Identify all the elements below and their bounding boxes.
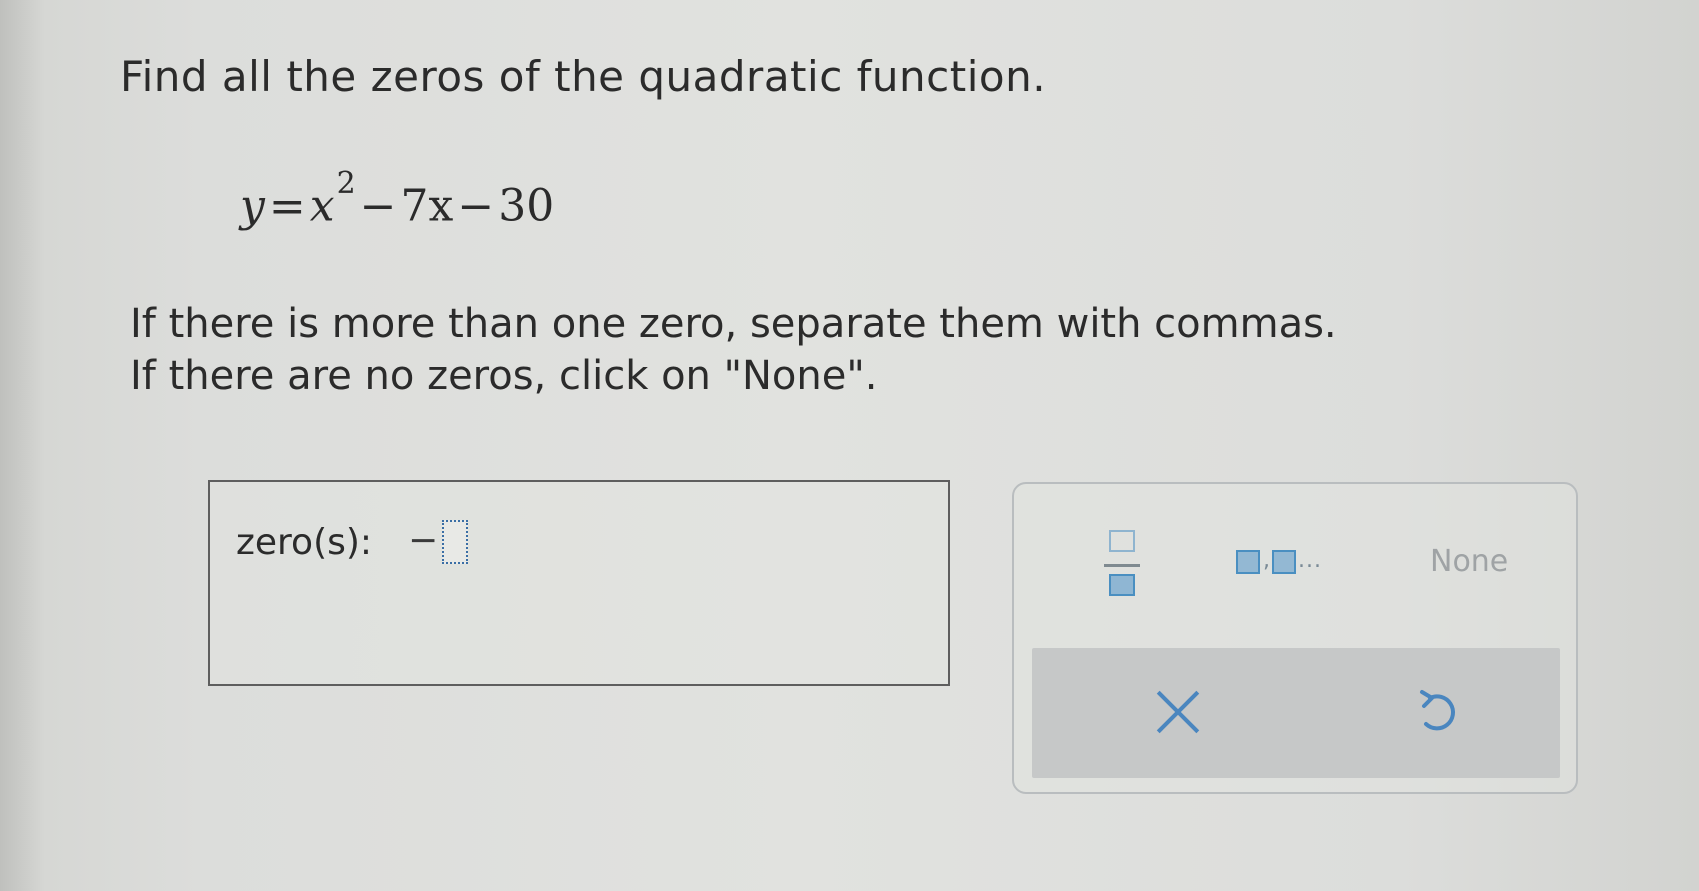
equation-minus-1: −	[359, 180, 397, 232]
equation-lhs: y	[240, 180, 265, 232]
instruction-line-2: If there are no zeros, click on "None".	[130, 353, 878, 399]
equation-equals: =	[268, 180, 306, 232]
instruction-line-1: If there is more than one zero, separate…	[130, 301, 1337, 347]
fraction-bar	[1104, 564, 1140, 567]
list-slot-1	[1236, 550, 1260, 574]
equation-term-2: 7x	[400, 180, 454, 232]
list-comma: ,	[1263, 548, 1270, 573]
fraction-numerator-slot	[1109, 530, 1135, 552]
instructions: If there is more than one zero, separate…	[130, 298, 1337, 402]
answer-value[interactable]: −	[408, 520, 438, 561]
question-prompt: Find all the zeros of the quadratic func…	[120, 52, 1047, 101]
answer-placeholder-slot[interactable]	[442, 520, 468, 564]
equation-minus-2: −	[457, 180, 495, 232]
quadratic-equation: y=x2−7x−30	[240, 166, 555, 232]
fraction-denominator-slot	[1109, 574, 1135, 596]
none-button[interactable]: None	[1430, 544, 1508, 579]
list-icon[interactable]: , ...	[1236, 546, 1348, 582]
fraction-icon[interactable]	[1100, 526, 1146, 606]
answer-input-box[interactable]: zero(s): −	[208, 480, 950, 686]
math-keypad: , ... None	[1012, 482, 1578, 794]
list-slot-2	[1272, 550, 1296, 574]
undo-icon[interactable]	[1410, 684, 1466, 740]
equation-base: x	[309, 180, 335, 232]
equation-exponent: 2	[336, 166, 356, 201]
close-icon[interactable]	[1150, 684, 1206, 740]
list-ellipsis: ...	[1298, 548, 1322, 573]
keypad-action-bar	[1032, 648, 1560, 778]
answer-label: zero(s):	[236, 522, 373, 563]
equation-constant: 30	[498, 180, 555, 232]
